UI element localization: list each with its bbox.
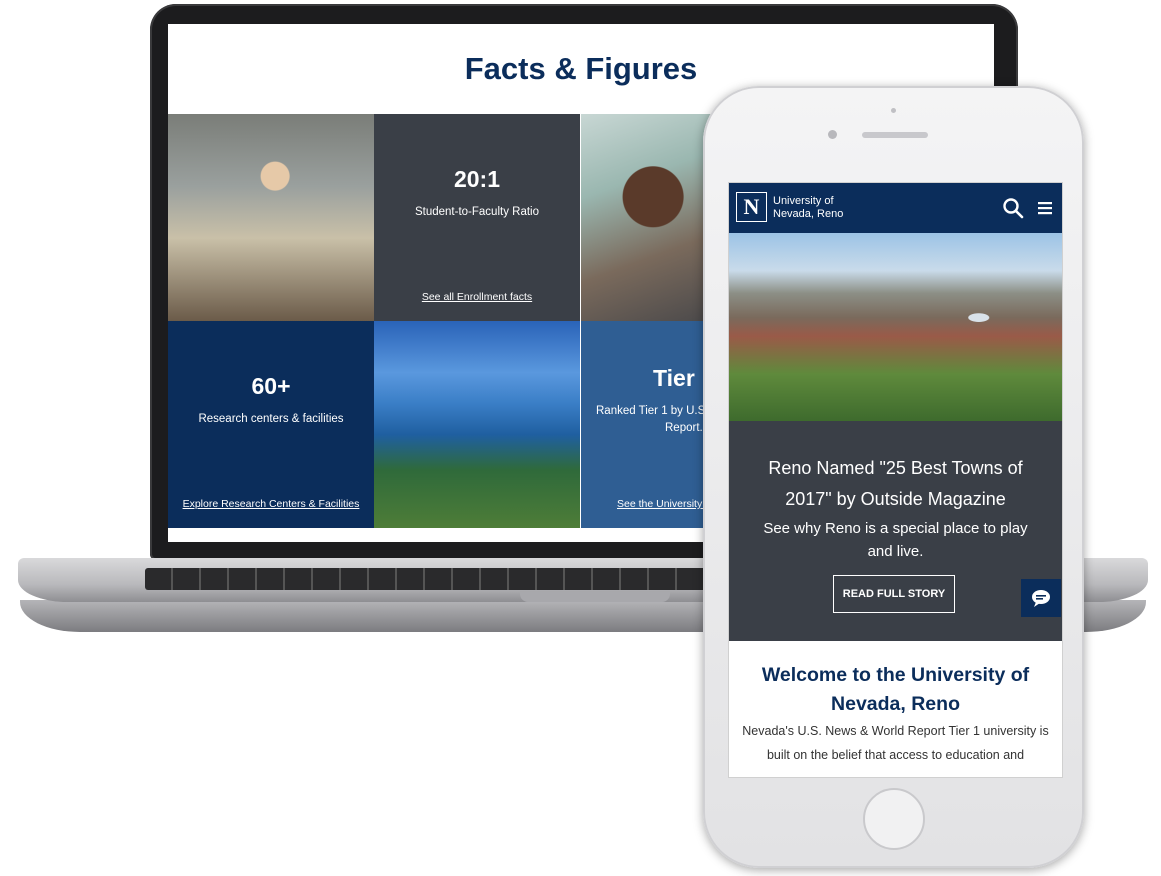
brand-line2: Nevada, Reno — [773, 208, 844, 220]
phone-screen: N University of Nevada, Reno Reno Named … — [728, 182, 1063, 778]
phone-sensor — [891, 108, 896, 113]
welcome-heading: Welcome to the University of Nevada, Ren… — [761, 664, 1030, 715]
tier-label-line2: Report. — [665, 422, 703, 434]
photo-lake-tahoe — [374, 321, 580, 528]
research-label: Research centers & facilities — [198, 413, 344, 425]
welcome-body: Nevada's U.S. News & World Report Tier 1… — [742, 724, 1049, 762]
mobile-header: N University of Nevada, Reno — [729, 183, 1062, 233]
hamburger-menu-icon[interactable] — [1033, 196, 1057, 220]
ratio-value: 20:1 — [453, 166, 501, 192]
enrollment-facts-link[interactable]: See all Enrollment facts — [374, 291, 580, 303]
research-centers-link[interactable]: Explore Research Centers & Facilities — [168, 498, 374, 510]
story-panel: Reno Named "25 Best Towns of 2017" by Ou… — [729, 421, 1062, 641]
tier-value: Tier — [653, 365, 695, 391]
university-logo[interactable]: N — [736, 192, 767, 222]
university-name[interactable]: University of Nevada, Reno — [773, 195, 893, 221]
campus-hero-image — [729, 233, 1062, 421]
search-icon[interactable] — [1001, 196, 1025, 220]
ratio-label: Student-to-Faculty Ratio — [414, 206, 539, 218]
tier-label-line1: Ranked Tier 1 by U.S. — [596, 405, 709, 417]
photo-professor — [168, 114, 374, 321]
story-title: Reno Named "25 Best Towns of 2017" by Ou… — [768, 458, 1023, 509]
story-subtitle: See why Reno is a special place to play … — [763, 520, 1028, 560]
phone-camera — [828, 130, 837, 139]
university-rankings-link[interactable]: See the University i — [617, 498, 707, 510]
research-value: 60+ — [251, 373, 291, 399]
brand-line1: University of — [773, 195, 834, 207]
chat-icon[interactable] — [1021, 579, 1061, 617]
research-tile: 60+ Research centers & facilities Explor… — [168, 321, 374, 528]
phone-speaker — [862, 132, 928, 138]
laptop-notch — [520, 592, 670, 602]
ratio-tile: 20:1 Student-to-Faculty Ratio See all En… — [374, 114, 580, 321]
read-full-story-button[interactable]: READ FULL STORY — [833, 575, 955, 613]
home-button[interactable] — [863, 788, 925, 850]
